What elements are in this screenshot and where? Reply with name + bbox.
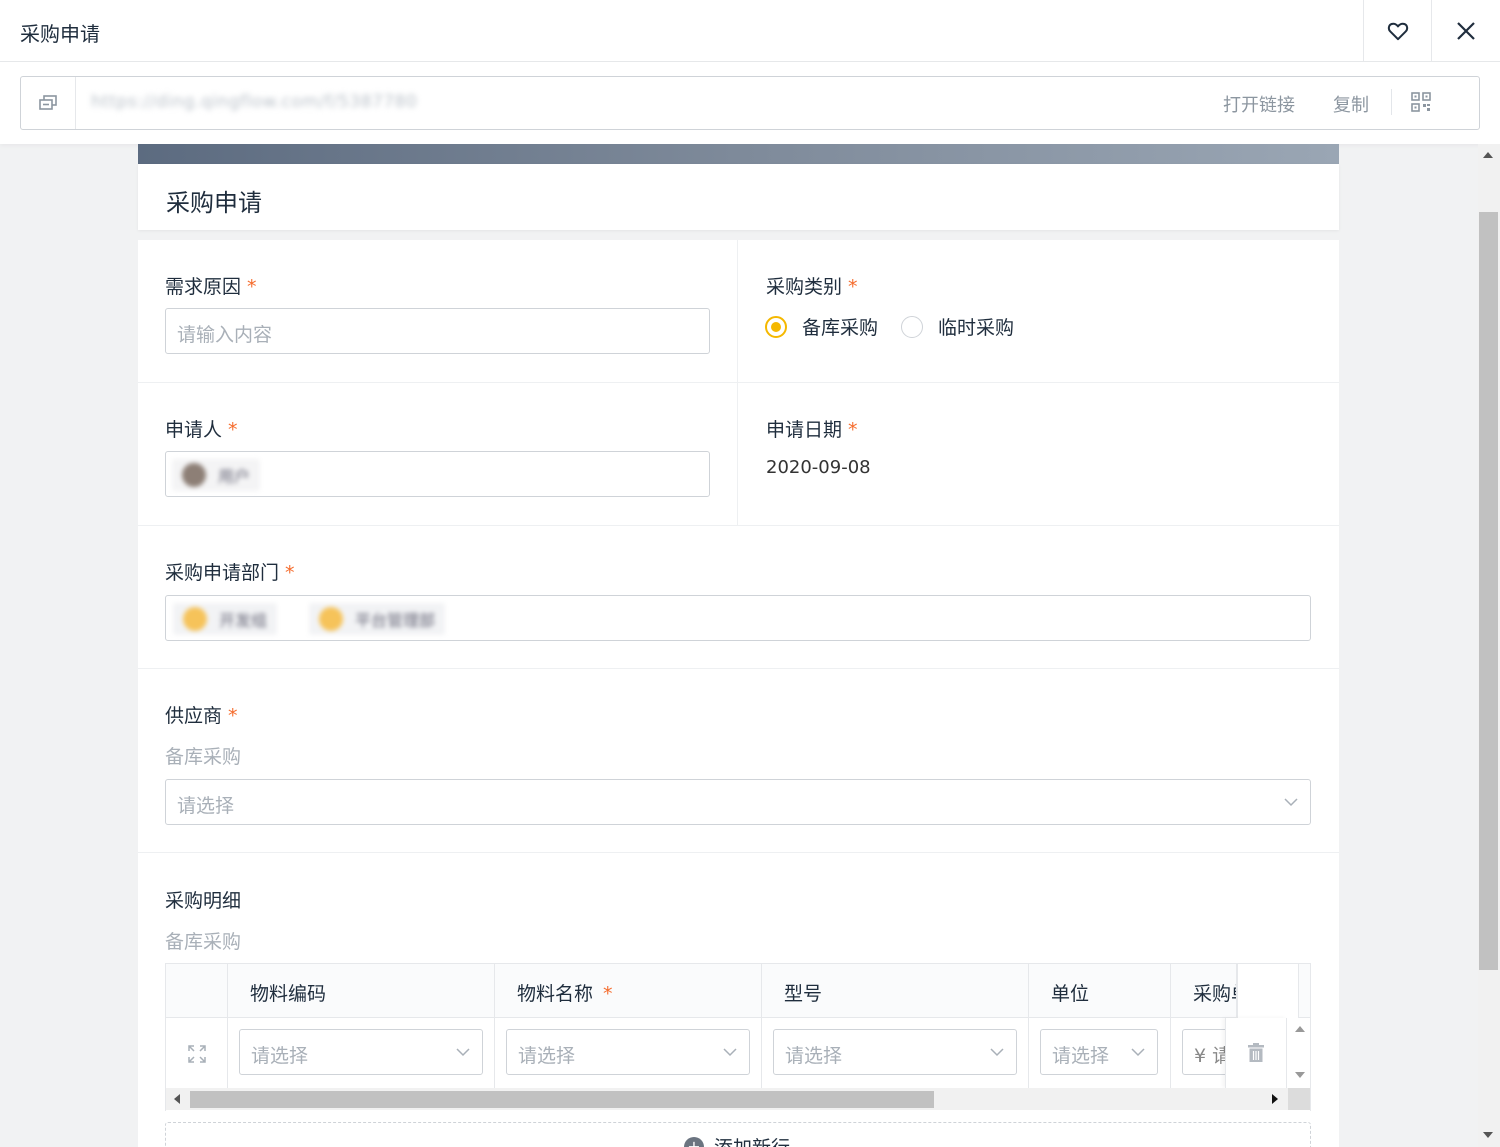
chevron-down-icon — [723, 1048, 737, 1057]
radio-unchecked-icon — [901, 315, 923, 338]
chevron-down-icon — [990, 1048, 1004, 1057]
department-chip[interactable]: 平台管理部 — [309, 603, 446, 635]
scroll-left-arrow[interactable] — [174, 1094, 180, 1104]
plus-icon: + — [684, 1136, 704, 1147]
scroll-down-arrow[interactable] — [1483, 1132, 1493, 1138]
divider — [1391, 89, 1392, 115]
table-cell: 请选择 — [495, 1018, 762, 1088]
scroll-up-arrow[interactable] — [1483, 152, 1493, 158]
reason-input[interactable]: 请输入内容 — [165, 308, 710, 354]
form-title: 采购申请 — [166, 189, 262, 217]
department-chip[interactable]: 开发组 — [173, 603, 278, 635]
window-title: 采购申请 — [20, 22, 100, 46]
field-label: 申请日期 * — [766, 419, 858, 441]
field-hint: 备库采购 — [165, 931, 242, 953]
heart-icon — [1387, 22, 1408, 40]
table-header-cell — [1237, 964, 1299, 1018]
field-label: 采购明细 — [165, 890, 242, 912]
qrcode-icon — [1411, 92, 1431, 112]
field-category: 采购类别 * 备库采购 临时采购 — [738, 240, 1339, 382]
scroll-right-arrow[interactable] — [1272, 1094, 1278, 1104]
form-row: 需求原因 * 请输入内容 采购类别 * 备库采购 临时采购 — [138, 240, 1339, 383]
column-header-unit: 单位 — [1029, 964, 1171, 1018]
share-link-bar: https://ding.qingflow.com/f/5387780 打开链接… — [0, 62, 1500, 144]
field-label: 采购申请部门 * — [165, 562, 295, 584]
input-placeholder: 请输入内容 — [177, 324, 273, 346]
inner-scrollbar[interactable] — [1287, 1018, 1310, 1088]
scroll-thumb[interactable] — [1479, 212, 1498, 970]
favorite-button[interactable] — [1363, 0, 1431, 61]
window-titlebar: 采购申请 — [0, 0, 1500, 62]
chevron-down-icon — [456, 1048, 470, 1057]
material-name-select[interactable]: 请选择 — [506, 1029, 750, 1075]
table-cell: 请选择 — [762, 1018, 1029, 1088]
field-label: 申请人 * — [165, 419, 238, 441]
column-header-unit-price: 采购单价 — [1171, 964, 1237, 1018]
row-expand-cell[interactable] — [166, 1018, 228, 1088]
model-select[interactable]: 请选择 — [773, 1029, 1017, 1075]
scrollbar-corner — [1288, 1088, 1310, 1110]
field-hint: 备库采购 — [165, 746, 242, 768]
share-link-box: https://ding.qingflow.com/f/5387780 打开链接… — [20, 76, 1480, 130]
details-table: 物料编码 物料名称* 型号 单位 采购单价 请选择 请选择 — [165, 963, 1311, 1111]
trash-icon[interactable] — [1248, 1043, 1264, 1063]
radio-checked-icon — [765, 315, 787, 338]
form-row: 采购申请部门 * 开发组 平台管理部 — [138, 526, 1339, 669]
form-row: 供应商 * 备库采购 请选择 — [138, 669, 1339, 853]
select-placeholder: 请选择 — [177, 795, 235, 817]
field-label: 采购类别 * — [766, 276, 858, 298]
qrcode-button[interactable] — [1409, 89, 1433, 115]
table-header-cell — [166, 964, 228, 1018]
department-input[interactable]: 开发组 平台管理部 — [165, 595, 1311, 641]
add-row-button[interactable]: + 添加新行 — [165, 1122, 1311, 1147]
copy-button[interactable]: 复制 — [1333, 91, 1369, 117]
department-icon — [183, 607, 207, 631]
field-date: 申请日期 * 2020-09-08 — [738, 383, 1339, 525]
row-actions-cell — [1225, 1018, 1287, 1088]
form-row: 申请人 * 用户 申请日期 * 2020-09-08 — [138, 383, 1339, 526]
table-row: 请选择 请选择 请选择 请选择 ¥ — [166, 1018, 1310, 1088]
vertical-scrollbar[interactable] — [1478, 144, 1500, 1147]
share-url[interactable]: https://ding.qingflow.com/f/5387780 — [91, 92, 417, 112]
chevron-down-icon — [1131, 1048, 1145, 1057]
date-value: 2020-09-08 — [766, 457, 871, 478]
form-header: 采购申请 — [138, 164, 1339, 230]
expand-icon[interactable] — [188, 1045, 206, 1063]
field-applicant: 申请人 * 用户 — [138, 383, 738, 525]
column-header-material-code: 物料编码 — [228, 964, 495, 1018]
material-code-select[interactable]: 请选择 — [239, 1029, 483, 1075]
scroll-down-arrow[interactable] — [1295, 1072, 1305, 1078]
form-banner — [138, 144, 1339, 164]
horizontal-scrollbar[interactable] — [166, 1088, 1310, 1110]
department-icon — [319, 607, 343, 631]
open-link-button[interactable]: 打开链接 — [1223, 91, 1295, 117]
applicant-chip: 用户 — [172, 459, 261, 491]
close-icon — [1456, 21, 1475, 40]
link-icon — [21, 77, 76, 129]
table-cell: 请选择 — [1029, 1018, 1171, 1088]
unit-select[interactable]: 请选择 — [1040, 1029, 1158, 1075]
form-body: 需求原因 * 请输入内容 采购类别 * 备库采购 临时采购 申请人 * 用户 申… — [138, 240, 1339, 1147]
table-cell: 请选择 — [228, 1018, 495, 1088]
column-header-model: 型号 — [762, 964, 1029, 1018]
column-header-material-name: 物料名称 * — [495, 964, 762, 1018]
scroll-thumb[interactable] — [190, 1091, 934, 1108]
table-header: 物料编码 物料名称* 型号 单位 采购单价 — [166, 964, 1310, 1018]
field-label: 供应商 * — [165, 705, 238, 727]
field-label: 需求原因 * — [165, 276, 257, 298]
applicant-input[interactable]: 用户 — [165, 451, 710, 497]
chevron-down-icon — [1284, 798, 1298, 807]
field-reason: 需求原因 * 请输入内容 — [138, 240, 738, 382]
scroll-up-arrow[interactable] — [1295, 1026, 1305, 1032]
radio-stock-purchase[interactable]: 备库采购 — [765, 313, 878, 340]
close-button[interactable] — [1431, 0, 1499, 61]
supplier-select[interactable]: 请选择 — [165, 779, 1311, 825]
avatar — [182, 463, 206, 487]
radio-temporary-purchase[interactable]: 临时采购 — [901, 313, 1014, 340]
